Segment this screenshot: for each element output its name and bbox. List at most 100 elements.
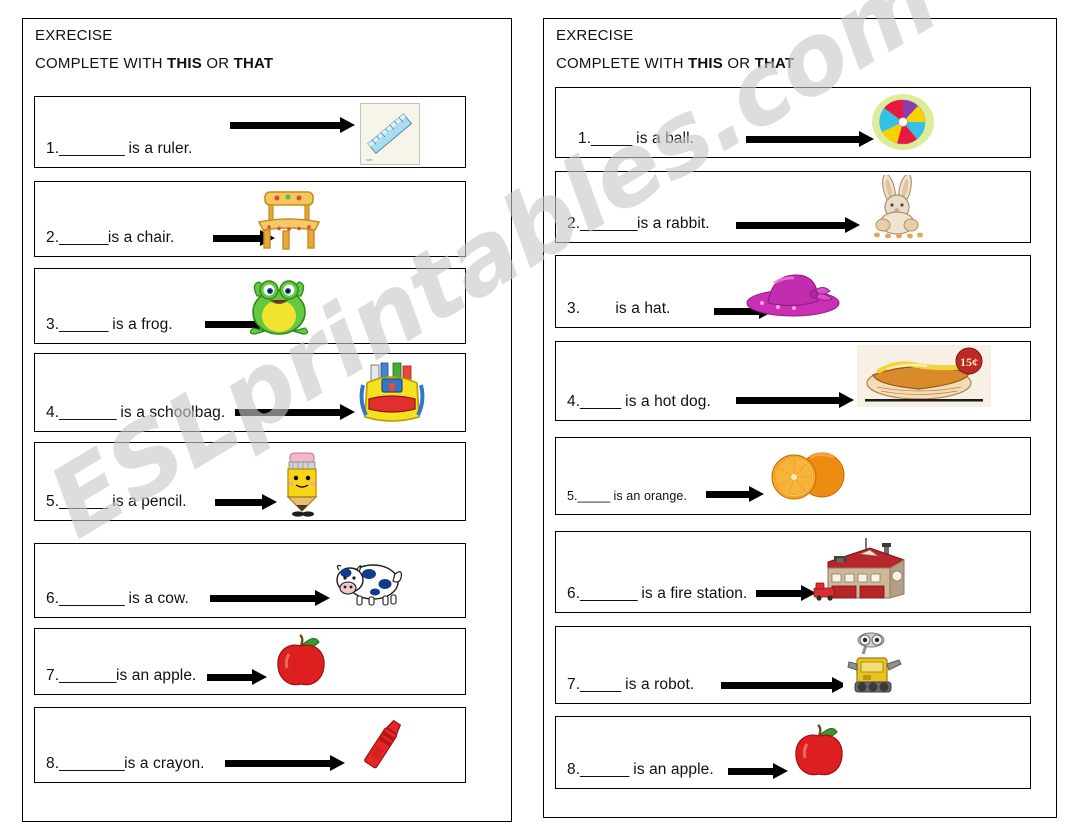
exercise-line: 7._____ is a robot. xyxy=(567,676,694,694)
firestation-image: 111 xyxy=(812,536,912,606)
right-worksheet-panel: EXRECISE COMPLETE WITH THIS OR THAT 1.__… xyxy=(543,18,1057,818)
instruction-this: THIS xyxy=(687,55,723,72)
item-text: is a frog. xyxy=(107,316,173,333)
answer-blank[interactable]: ______ xyxy=(580,761,629,778)
answer-blank[interactable]: ________ xyxy=(59,140,124,157)
instruction-or: OR xyxy=(722,55,755,72)
frog-image xyxy=(243,274,315,338)
exercise-line: 8.______ is an apple. xyxy=(567,761,714,779)
worksheet-sheet: EXRECISE COMPLETE WITH THIS OR THAT 1.__… xyxy=(0,0,1086,838)
svg-text:15¢: 15¢ xyxy=(960,355,978,369)
item-number: 7. xyxy=(46,667,60,684)
item-text: is a robot. xyxy=(620,676,695,693)
instruction-prefix: COMPLETE WITH xyxy=(556,55,688,72)
exercise-line: 5._____ is an orange. xyxy=(567,489,687,503)
answer-blank[interactable]: _____ xyxy=(580,393,621,410)
item-text: is a hat. xyxy=(580,300,671,317)
exercise-row: 5._____ is an orange. xyxy=(555,437,1031,515)
item-number: 6. xyxy=(46,590,60,607)
crayon-image xyxy=(353,714,411,774)
instruction-prefix: COMPLETE WITH xyxy=(35,55,167,72)
answer-blank[interactable]: ______ xyxy=(59,316,108,333)
pointer-arrow xyxy=(736,392,854,408)
answer-blank[interactable]: _______ xyxy=(580,215,637,232)
arrow-shaft xyxy=(225,759,332,767)
answer-blank[interactable]: _______ xyxy=(59,667,116,684)
arrow-shaft xyxy=(706,490,751,498)
exercise-line: 1._____ is a ball. xyxy=(578,130,694,148)
apple-image xyxy=(273,632,329,690)
exercise-line: 6.________ is a cow. xyxy=(46,590,189,608)
item-number: 3. xyxy=(567,300,581,317)
pointer-arrow xyxy=(721,677,847,693)
svg-text:111: 111 xyxy=(837,558,844,563)
arrow-shaft xyxy=(746,135,861,143)
instruction-that: THAT xyxy=(754,55,795,72)
exercise-row: 2._______is a rabbit. xyxy=(555,171,1031,243)
robot-image xyxy=(843,630,907,696)
item-text: is a chair. xyxy=(107,229,175,246)
exercise-row: 7._____ is a robot. xyxy=(555,626,1031,704)
right-panel-instruction: COMPLETE WITH THIS OR THAT xyxy=(556,55,794,72)
hat-image xyxy=(744,269,842,317)
item-number: 1. xyxy=(46,140,60,157)
arrow-head xyxy=(839,392,854,408)
exercise-line: 3. is a hat. xyxy=(567,300,671,318)
item-number: 2. xyxy=(567,215,581,232)
left-worksheet-panel: EXRECISE COMPLETE WITH THIS OR THAT 1.__… xyxy=(22,18,512,822)
arrow-head xyxy=(340,117,355,133)
arrow-shaft xyxy=(721,681,834,689)
item-number: 6. xyxy=(567,585,581,602)
answer-blank[interactable]: _____ xyxy=(580,676,621,693)
exercise-row: 5.______ is a pencil. xyxy=(34,442,466,521)
answer-blank[interactable]: _______ xyxy=(59,404,116,421)
answer-blank[interactable]: ______ xyxy=(59,229,108,246)
item-number: 7. xyxy=(567,676,581,693)
exercise-row: 3.______ is a frog. xyxy=(34,268,466,344)
instruction-this: THIS xyxy=(166,55,202,72)
arrow-head xyxy=(252,669,267,685)
apple-image xyxy=(790,721,848,781)
pencil-image xyxy=(278,449,326,517)
answer-blank[interactable]: ________ xyxy=(59,590,124,607)
arrow-shaft xyxy=(728,767,775,775)
pointer-arrow xyxy=(756,585,816,601)
arrow-head xyxy=(340,404,355,420)
item-number: 4. xyxy=(567,393,581,410)
answer-blank[interactable]: ______ xyxy=(59,493,108,510)
pointer-arrow xyxy=(215,494,277,510)
left-panel-instruction: COMPLETE WITH THIS OR THAT xyxy=(35,55,273,72)
arrow-shaft xyxy=(736,221,847,229)
arrow-shaft xyxy=(230,121,342,129)
exercise-line: 5.______ is a pencil. xyxy=(46,493,187,511)
pointer-arrow xyxy=(210,590,330,606)
exercise-line: 3.______ is a frog. xyxy=(46,316,173,334)
item-text: is a crayon. xyxy=(124,755,205,772)
answer-blank[interactable]: ________ xyxy=(59,755,124,772)
hotdog-image: 15¢ xyxy=(857,345,991,407)
pointer-arrow xyxy=(746,131,874,147)
answer-blank[interactable]: _____ xyxy=(578,489,611,503)
exercise-row: 8.________is a crayon. xyxy=(34,707,466,783)
exercise-line: 8.________is a crayon. xyxy=(46,755,205,773)
answer-blank[interactable]: _____ xyxy=(591,130,632,147)
pointer-arrow xyxy=(706,486,764,502)
exercise-row: 4._______ is a schoolbag. xyxy=(34,353,466,432)
exercise-line: 1.________ is a ruler. xyxy=(46,140,193,158)
item-text: is a rabbit. xyxy=(636,215,710,232)
item-number: 3. xyxy=(46,316,60,333)
beachball-image xyxy=(870,90,936,154)
exercise-row: 1._____ is a ball. xyxy=(555,87,1031,158)
item-text: is a pencil. xyxy=(107,493,187,510)
right-panel-heading: EXRECISE xyxy=(556,27,634,44)
instruction-or: OR xyxy=(201,55,234,72)
exercise-row: 1.________ is a ruler. ruler xyxy=(34,96,466,168)
exercise-row: 7._______is an apple. xyxy=(34,628,466,695)
arrow-shaft xyxy=(756,589,803,597)
arrow-head xyxy=(845,217,860,233)
arrow-shaft xyxy=(736,396,841,404)
answer-blank[interactable]: _______ xyxy=(580,585,637,602)
item-number: 5. xyxy=(46,493,60,510)
exercise-line: 4._______ is a schoolbag. xyxy=(46,404,225,422)
exercise-row: 4._____ is a hot dog. 15¢ xyxy=(555,341,1031,421)
